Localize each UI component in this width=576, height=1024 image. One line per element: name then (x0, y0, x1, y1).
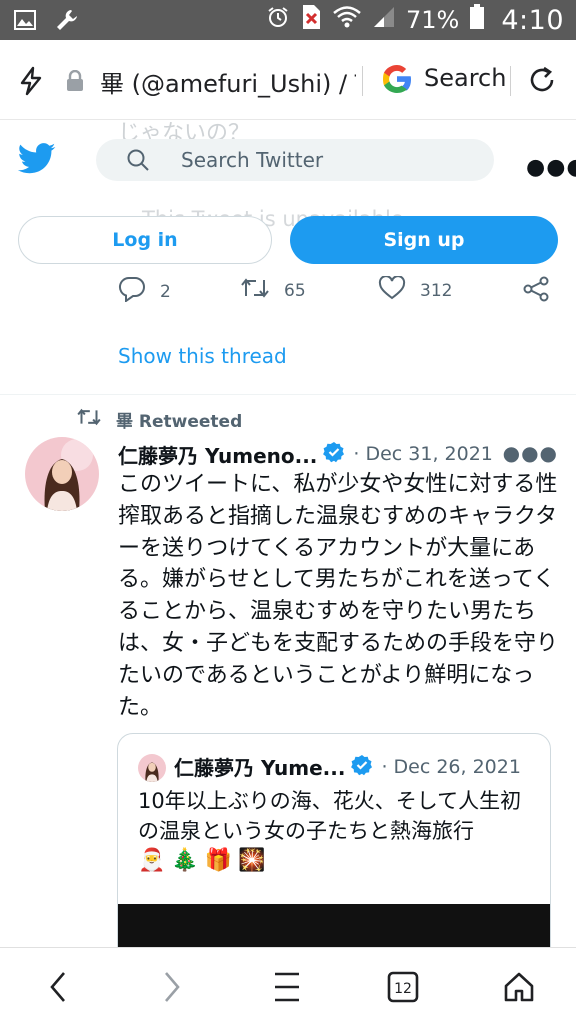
tweet-action-row: 2 65 312 (0, 275, 576, 307)
heart-icon (378, 275, 406, 305)
twitter-bird-icon[interactable] (17, 143, 56, 179)
quoted-tweet[interactable]: 仁藤夢乃 Yume... · Dec 26, 2021 10年以上ぶりの海、花火… (117, 733, 551, 947)
retweet-count: 65 (284, 280, 306, 301)
reply-action[interactable]: 2 (118, 276, 171, 307)
wrench-icon (54, 0, 82, 40)
signal-icon (372, 5, 396, 35)
quoted-author-name: 仁藤夢乃 Yume... (174, 756, 346, 780)
back-icon[interactable] (44, 970, 72, 1008)
tweet-date[interactable]: · Dec 31, 2021 (353, 443, 493, 465)
quoted-text: 10年以上ぶりの海、花火、そして人生初の温泉という女の子たちと熱海旅行 (138, 789, 522, 843)
quoted-date: · Dec 26, 2021 (381, 755, 521, 778)
tabs-icon[interactable]: 12 (386, 970, 420, 1008)
forward-icon[interactable] (158, 970, 186, 1008)
google-logo[interactable] (380, 62, 414, 100)
retweeted-banner: 畢 Retweeted (76, 407, 242, 432)
bolt-icon[interactable] (18, 66, 44, 100)
verified-badge-icon (323, 441, 345, 467)
reply-count: 2 (160, 281, 171, 302)
status-right: 71% 4:10 (266, 0, 564, 40)
santa-emoji: 🎅 (138, 848, 166, 873)
google-search-label[interactable]: Search (424, 64, 506, 92)
signup-button[interactable]: Sign up (290, 216, 558, 264)
retweeted-label: 畢 Retweeted (116, 412, 243, 432)
author-name[interactable]: 仁藤夢乃 Yumeno... (118, 440, 317, 469)
show-thread-link[interactable]: Show this thread (118, 344, 287, 368)
login-button[interactable]: Log in (18, 216, 272, 264)
twitter-search-input[interactable]: Search Twitter (96, 139, 494, 181)
menu-icon[interactable] (272, 970, 302, 1008)
retweet-icon (240, 276, 270, 305)
tweet-divider (0, 394, 576, 395)
tweet-text: このツイートに、私が少女や女性に対する性搾取あると指摘した温泉むすめのキャラクタ… (118, 472, 559, 720)
sparkler-emoji: 🎇 (238, 848, 266, 873)
christmas-tree-emoji: 🎄 (171, 848, 199, 873)
search-placeholder: Search Twitter (181, 148, 324, 172)
retweet-action[interactable]: 65 (240, 276, 306, 305)
avatar[interactable] (25, 437, 99, 511)
browser-bottom-nav: 12 (0, 947, 576, 1024)
tweet-header: 仁藤夢乃 Yumeno... · Dec 31, 2021 ●●● (118, 439, 558, 469)
status-bar: 71% 4:10 (0, 0, 576, 40)
home-icon[interactable] (502, 970, 536, 1008)
reload-icon[interactable] (526, 64, 558, 100)
tweet-more-icon[interactable]: ●●● (503, 441, 558, 465)
reply-icon (118, 276, 146, 307)
toolbar-divider (362, 66, 363, 96)
like-action[interactable]: 312 (378, 275, 453, 305)
toolbar-divider (510, 66, 511, 96)
image-icon (14, 0, 38, 40)
search-icon (126, 148, 150, 176)
quoted-emoji-row: 🎅 🎄 🎁 🎇 (138, 848, 266, 873)
battery-icon (469, 4, 485, 36)
twitter-page: じゃないの？ This Tweet is unavailable. Search… (0, 121, 576, 947)
tab-count: 12 (394, 981, 412, 997)
quoted-header: 仁藤夢乃 Yume... · Dec 26, 2021 (174, 752, 544, 781)
battery-percent: 71% (406, 6, 460, 34)
gift-emoji: 🎁 (204, 848, 233, 873)
more-options-icon[interactable]: ●●● (526, 155, 576, 180)
browser-toolbar: 畢 (@amefuri_Ushi) / Twitter Search (0, 40, 576, 120)
retweet-icon (76, 407, 102, 432)
clock: 4:10 (501, 4, 564, 36)
no-sim-icon (300, 4, 322, 36)
like-count: 312 (420, 280, 453, 301)
lock-icon (66, 69, 84, 96)
alarm-icon (266, 5, 290, 35)
quoted-avatar (138, 754, 166, 782)
verified-badge-icon (351, 754, 373, 780)
url-field[interactable]: 畢 (@amefuri_Ushi) / Twitter (100, 64, 356, 99)
quoted-media[interactable] (118, 904, 550, 947)
wifi-icon (332, 5, 362, 35)
share-action[interactable] (522, 276, 550, 307)
share-icon (522, 276, 550, 307)
